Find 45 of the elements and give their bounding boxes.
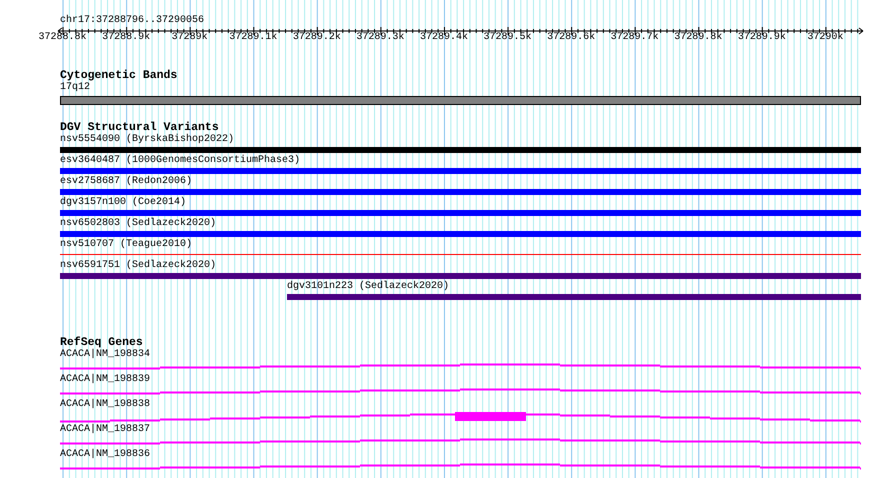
location-label: chr17:37288796..37290056 [60, 14, 206, 27]
track-title: RefSeq Genes [60, 336, 143, 349]
axis-tick-label: 37290k [807, 32, 844, 43]
axis-tick-label: 37289k [172, 32, 208, 43]
axis-tick-label: 37289.4k [420, 32, 468, 43]
axis-tick-label: 37288.9k [102, 32, 150, 43]
axis-tick-label: 37289.3k [356, 32, 404, 43]
feature-label[interactable]: esv3640487 (1000GenomesConsortiumPhase3) [60, 155, 300, 167]
axis-tick-label: 37289.5k [484, 32, 532, 43]
gene-model[interactable] [60, 464, 861, 470]
track-title: Cytogenetic Bands [60, 69, 178, 82]
feature-label[interactable]: ACACA|NM_198838 [60, 399, 150, 411]
feature-label[interactable]: ACACA|NM_198836 [60, 449, 150, 461]
feature-label[interactable]: nsv6502803 (Sedlazeck2020) [60, 218, 216, 230]
variant-bar[interactable] [60, 273, 861, 279]
variant-bar[interactable] [60, 210, 861, 216]
variant-bar[interactable] [60, 168, 861, 174]
axis-tick-label: 37288.8k [38, 32, 87, 43]
variant-bar[interactable] [60, 147, 861, 153]
variant-line[interactable] [60, 254, 861, 255]
axis-tick-label: 37289.8k [674, 32, 722, 43]
feature-label[interactable]: nsv6591751 (Sedlazeck2020) [60, 260, 216, 272]
feature-label[interactable]: dgv3101n223 (Sedlazeck2020) [287, 281, 450, 293]
feature-label[interactable]: esv2758687 (Redon2006) [60, 176, 192, 188]
track-title: DGV Structural Variants [60, 121, 219, 134]
variant-bar[interactable] [60, 189, 861, 195]
variant-bar[interactable] [287, 294, 861, 300]
axis-tick-label: 37289.9k [738, 32, 786, 43]
gene-model[interactable] [60, 388, 861, 394]
gene-model[interactable] [60, 364, 861, 370]
feature-label[interactable]: ACACA|NM_198839 [60, 374, 150, 386]
feature-label[interactable]: nsv510707 (Teague2010) [60, 239, 192, 251]
gene-model[interactable] [60, 412, 861, 422]
feature-label[interactable]: nsv5554090 (ByrskaBishop2022) [60, 134, 234, 146]
variant-bar[interactable] [60, 231, 861, 237]
feature-label[interactable]: ACACA|NM_198837 [60, 424, 150, 436]
gene-model[interactable] [60, 438, 861, 444]
axis-tick-label: 37289.2k [292, 32, 341, 43]
feature-label[interactable]: 17q12 [60, 82, 90, 94]
cytoband-bar[interactable] [60, 96, 861, 105]
axis-tick-label: 37289.6k [547, 32, 596, 43]
feature-label[interactable]: dgv3157n100 (Coe2014) [60, 197, 186, 209]
feature-label[interactable]: ACACA|NM_198834 [60, 349, 150, 361]
axis-tick-label: 37289.7k [610, 32, 659, 43]
axis-tick-label: 37289.1k [229, 32, 278, 43]
